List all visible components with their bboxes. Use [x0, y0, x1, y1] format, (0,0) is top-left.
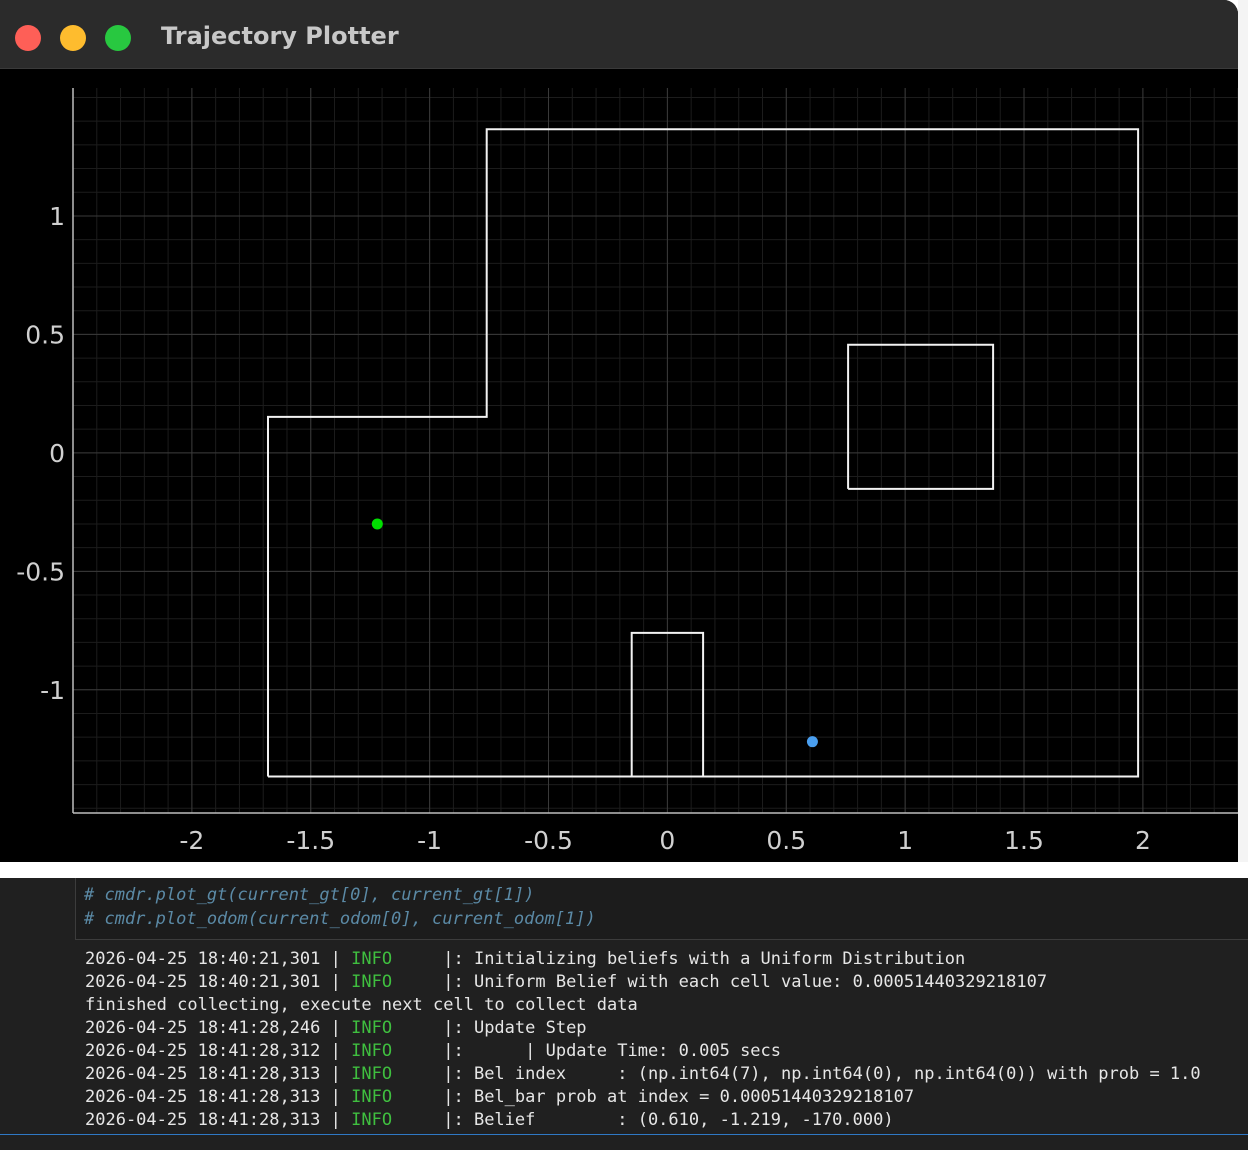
log-message: |: Bel_bar prob at index = 0.00051440329… [392, 1087, 915, 1107]
x-tick-label: -2 [179, 826, 204, 855]
log-timestamp: 2026-04-25 18:41:28,313 [85, 1064, 321, 1084]
code-cell[interactable]: # cmdr.plot_gt(current_gt[0], current_gt… [75, 878, 1248, 940]
log-message: |: Initializing beliefs with a Uniform D… [392, 949, 966, 969]
log-timestamp: 2026-04-25 18:40:21,301 [85, 949, 321, 969]
log-timestamp: 2026-04-25 18:41:28,313 [85, 1087, 321, 1107]
log-timestamp: 2026-04-25 18:41:28,313 [85, 1110, 321, 1130]
pose-point [806, 736, 818, 748]
pose-point [371, 518, 383, 530]
x-tick-labels: -2 -1.5 -1 -0.5 0 0.5 1 1.5 2 [179, 826, 1150, 855]
plotter-window: Trajectory Plotter -2 -1.5 -1 -0.5 0 0.5 1 1.5 2… [0, 0, 1238, 862]
x-tick-label: -1 [417, 826, 442, 855]
minimize-button[interactable] [60, 25, 86, 51]
trajectory-plot[interactable]: -2 -1.5 -1 -0.5 0 0.5 1 1.5 2 1 0.5 0 -0.5 -1 [0, 68, 1238, 862]
log-separator: | [320, 1064, 352, 1084]
y-tick-label: -1 [40, 676, 65, 705]
major-grid [73, 88, 1238, 813]
log-message: |: Update Step [392, 1018, 587, 1038]
log-timestamp: 2026-04-25 18:40:21,301 [85, 972, 321, 992]
log-message: |: Belief : (0.610, -1.219, -170.000) [392, 1110, 894, 1130]
log-level: INFO [351, 1018, 393, 1038]
y-tick-label: 0 [49, 439, 65, 468]
log-separator: | [320, 1087, 352, 1107]
close-button[interactable] [15, 25, 41, 51]
x-tick-label: -1.5 [286, 826, 335, 855]
x-tick-label: 2 [1135, 826, 1151, 855]
log-separator: | [320, 1041, 352, 1061]
title-bar[interactable]: Trajectory Plotter [0, 0, 1238, 69]
log-level: INFO [351, 1064, 393, 1084]
log-line: 2026-04-25 18:41:28,313 | INFO |: Bel in… [85, 1063, 1201, 1086]
wall-segment [847, 343, 995, 490]
log-level: INFO [351, 1041, 393, 1061]
log-line: finished collecting, execute next cell t… [85, 994, 1201, 1017]
log-line: 2026-04-25 18:40:21,301 | INFO |: Initia… [85, 948, 1201, 971]
log-line: 2026-04-25 18:40:21,301 | INFO |: Unifor… [85, 971, 1201, 994]
log-separator: | [320, 1110, 352, 1130]
x-tick-label: -0.5 [524, 826, 573, 855]
window-title: Trajectory Plotter [161, 22, 399, 50]
x-tick-label: 1.5 [1004, 826, 1044, 855]
log-message: |: Bel index : (np.int64(7), np.int64(0)… [392, 1064, 1201, 1084]
x-tick-label: 1 [897, 826, 913, 855]
log-timestamp: 2026-04-25 18:41:28,246 [85, 1018, 321, 1038]
y-tick-labels: 1 0.5 0 -0.5 -1 [16, 202, 65, 705]
y-tick-label: -0.5 [16, 557, 65, 586]
log-message: |: Uniform Belief with each cell value: … [392, 972, 1048, 992]
log-separator: | [320, 972, 352, 992]
robot-points [371, 518, 818, 748]
log-line: 2026-04-25 18:41:28,313 | INFO |: Belief… [85, 1109, 1201, 1132]
x-tick-label: 0.5 [766, 826, 806, 855]
minor-grid [72, 88, 1238, 813]
log-line: 2026-04-25 18:41:28,312 | INFO |: | Upda… [85, 1040, 1201, 1063]
log-message: |: | Update Time: 0.005 secs [392, 1041, 782, 1061]
y-tick-label: 1 [49, 202, 65, 231]
code-comment-line: # cmdr.plot_gt(current_gt[0], current_gt… [84, 885, 535, 905]
maximize-button[interactable] [105, 25, 131, 51]
log-timestamp: 2026-04-25 18:41:28,312 [85, 1041, 321, 1061]
log-line: 2026-04-25 18:41:28,313 | INFO |: Bel_ba… [85, 1086, 1201, 1109]
cell-focus-line [0, 1134, 1248, 1135]
log-level: INFO [351, 1110, 393, 1130]
log-separator: | [320, 949, 352, 969]
log-separator: | [320, 1018, 352, 1038]
log-level: INFO [351, 949, 393, 969]
x-tick-label: 0 [659, 826, 675, 855]
log-output: 2026-04-25 18:40:21,301 | INFO |: Initia… [85, 948, 1201, 1132]
log-level: INFO [351, 972, 393, 992]
plot-axes [72, 88, 1238, 814]
log-line: 2026-04-25 18:41:28,246 | INFO |: Update… [85, 1017, 1201, 1040]
log-timestamp: finished collecting, execute next cell t… [85, 995, 638, 1015]
window-edge [1238, 0, 1248, 862]
y-tick-label: 0.5 [25, 320, 65, 349]
log-level: INFO [351, 1087, 393, 1107]
code-comment-line: # cmdr.plot_odom(current_odom[0], curren… [84, 909, 596, 929]
notebook-output: # cmdr.plot_gt(current_gt[0], current_gt… [0, 878, 1248, 1150]
